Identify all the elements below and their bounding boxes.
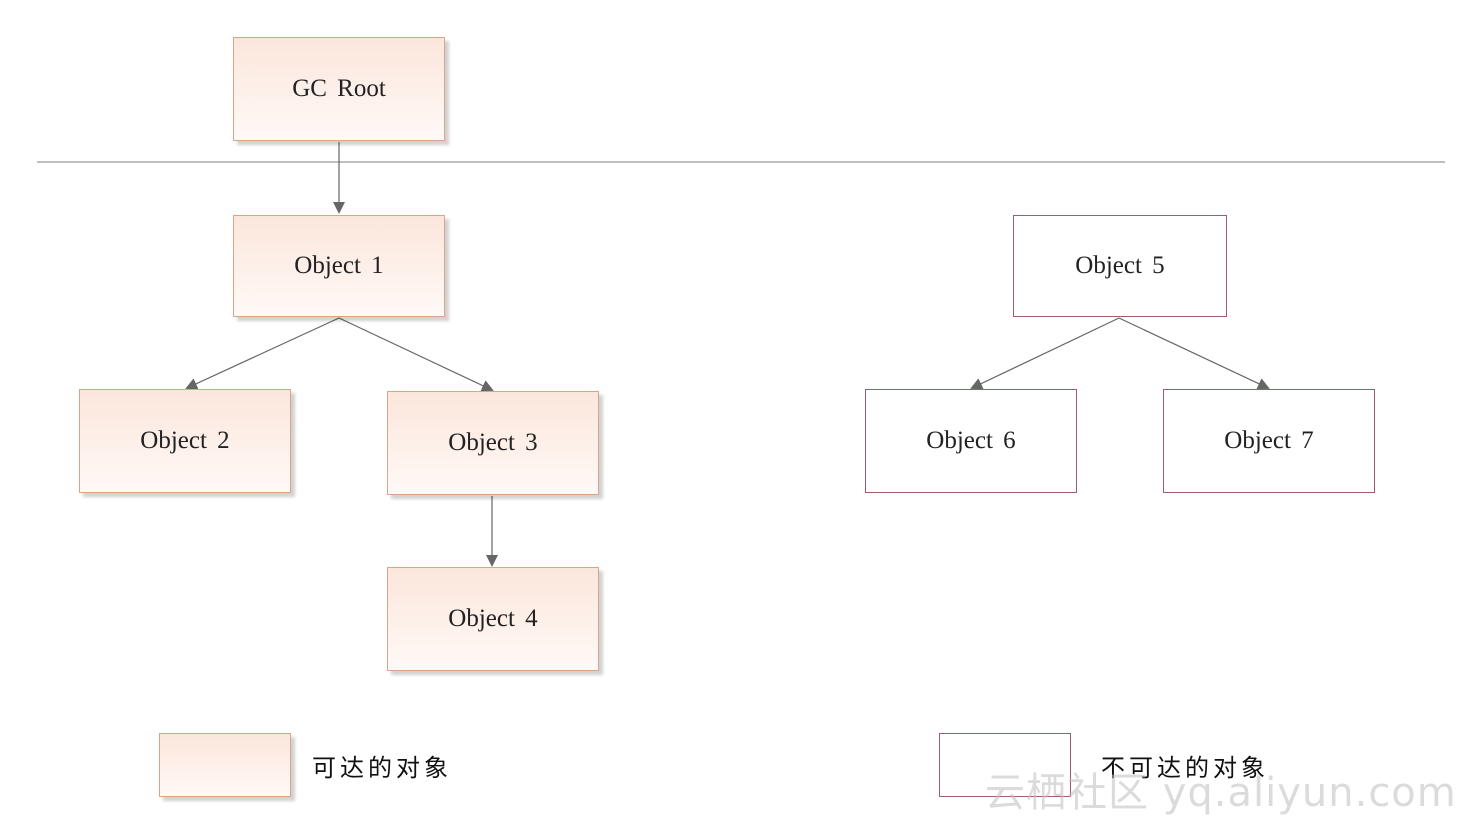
node-object-4: Object 4: [387, 567, 599, 671]
node-object-7: Object 7: [1163, 389, 1375, 493]
edge-obj5-obj7: [1118, 317, 1270, 390]
node-label: GC Root: [292, 75, 386, 102]
edge-obj1-obj2: [185, 317, 340, 390]
node-object-6: Object 6: [865, 389, 1077, 493]
node-label: Object 4: [448, 605, 538, 632]
node-object-5: Object 5: [1013, 215, 1227, 317]
node-label: Object 3: [448, 429, 538, 456]
node-label: Object 1: [294, 252, 384, 279]
node-label: Object 6: [926, 427, 1016, 454]
node-object-1: Object 1: [233, 215, 445, 317]
node-object-2: Object 2: [79, 389, 291, 493]
watermark: 云栖社区 yq.aliyun.com: [985, 770, 1457, 816]
node-label: Object 7: [1224, 427, 1314, 454]
edge-obj5-obj6: [970, 317, 1120, 390]
node-label: Object 2: [140, 427, 230, 454]
legend-reachable-label: 可达的对象: [312, 754, 452, 782]
node-gc-root: GC Root: [233, 37, 445, 141]
edge-obj1-obj3: [338, 317, 494, 392]
legend-reachable-swatch: [159, 733, 291, 797]
node-object-3: Object 3: [387, 391, 599, 495]
node-label: Object 5: [1075, 252, 1165, 279]
